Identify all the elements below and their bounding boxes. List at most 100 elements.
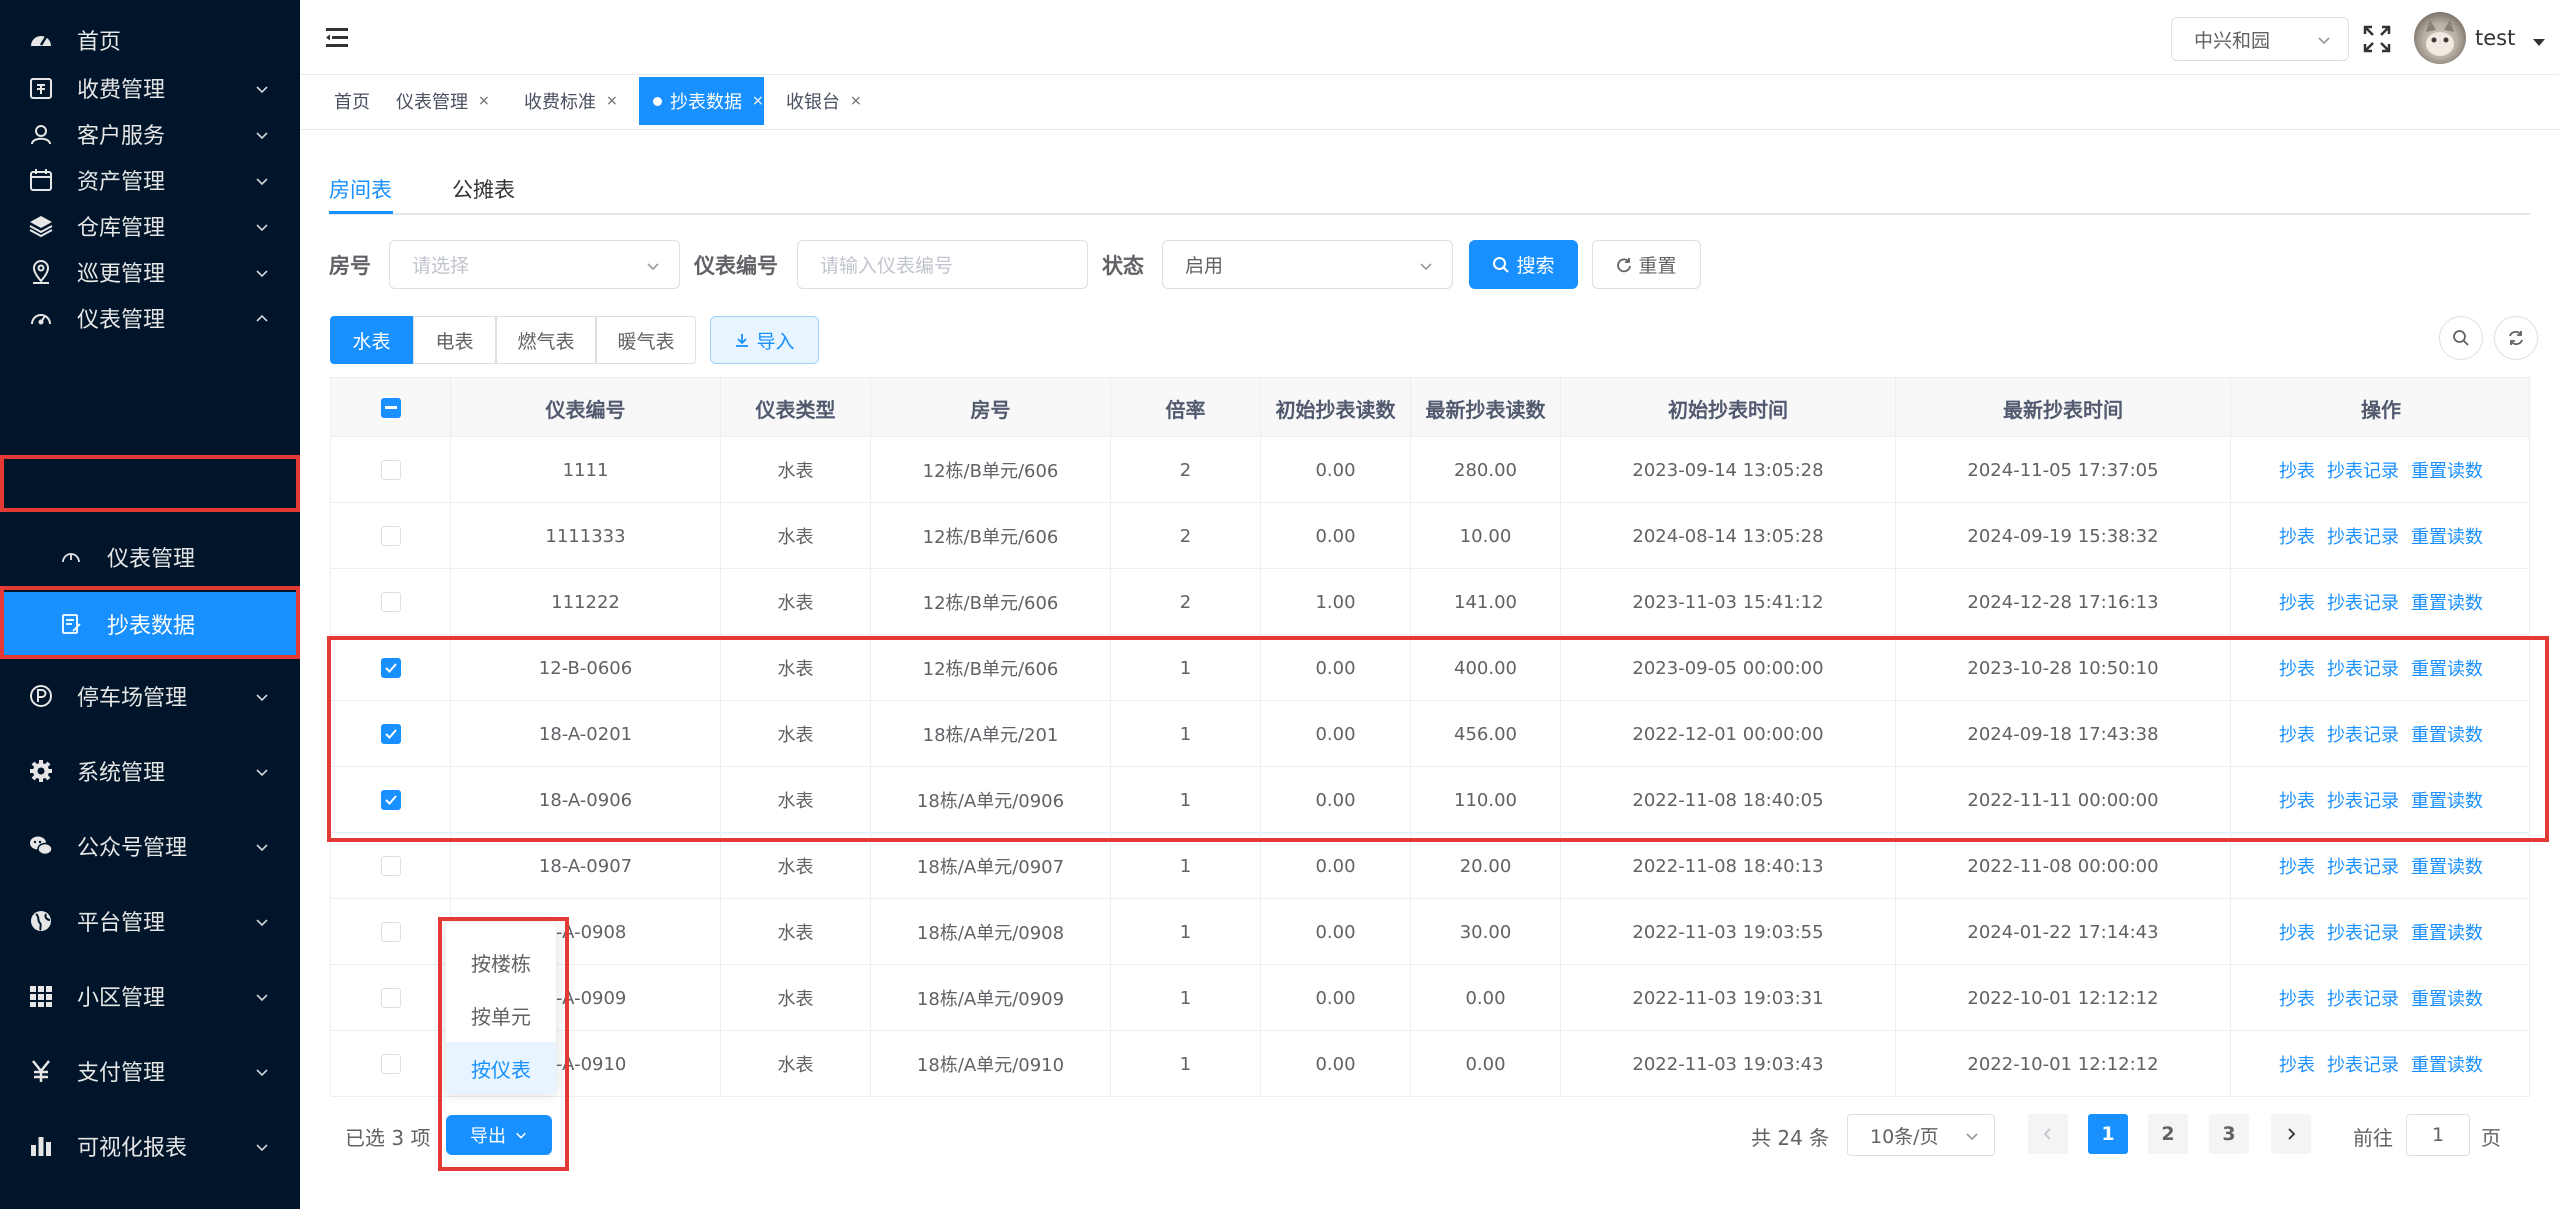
cell-value: 1 xyxy=(1179,1053,1192,1075)
read-meter-link[interactable]: 抄表 xyxy=(2279,985,2315,1011)
sidebar-item-after-1[interactable]: 系统管理 xyxy=(0,735,300,807)
goto-page-input[interactable]: 1 xyxy=(2406,1114,2470,1156)
tag-label: 首页 xyxy=(334,92,370,113)
prev-page-button[interactable] xyxy=(2028,1114,2068,1154)
sidebar-item-after-5[interactable]: 支付管理 xyxy=(0,1035,300,1107)
read-meter-link[interactable]: 抄表 xyxy=(2279,1051,2315,1077)
meter-type-tab-2[interactable]: 燃气表 xyxy=(496,316,596,364)
sidebar-item-after-6[interactable]: 可视化报表 xyxy=(0,1110,300,1182)
checkbox-cell xyxy=(331,965,451,1031)
tag-3[interactable]: 抄表数据 × xyxy=(639,77,764,125)
page-size-value: 10条/页 xyxy=(1870,1125,1939,1148)
total-count: 共 24 条 xyxy=(1751,1126,1830,1150)
sidebar-item-after-2[interactable]: 公众号管理 xyxy=(0,810,300,882)
cell-value: 水表 xyxy=(777,857,814,878)
search-button[interactable]: 搜索 xyxy=(1469,240,1578,289)
tag-2[interactable]: 收费标准 × xyxy=(524,77,624,125)
row-checkbox[interactable] xyxy=(380,460,401,480)
avatar[interactable] xyxy=(2414,12,2466,64)
hamburger-menu-icon[interactable] xyxy=(326,27,350,49)
reset-reading-link[interactable]: 重置读数 xyxy=(2411,919,2483,945)
row-checkbox[interactable] xyxy=(380,1054,401,1074)
tag-label: 仪表管理 xyxy=(396,92,468,113)
close-icon[interactable]: × xyxy=(752,93,764,109)
reset-reading-link[interactable]: 重置读数 xyxy=(2411,985,2483,1011)
read-meter-link[interactable]: 抄表 xyxy=(2279,853,2315,879)
wechat-icon xyxy=(26,831,56,861)
cell-value: 0.00 xyxy=(1315,1053,1356,1075)
table-cell: 0.00 xyxy=(1261,899,1411,965)
reset-reading-link[interactable]: 重置读数 xyxy=(2411,853,2483,879)
refresh-table-button[interactable] xyxy=(2494,316,2538,360)
room-select[interactable]: 请选择 xyxy=(389,240,680,289)
status-select[interactable]: 启用 xyxy=(1162,240,1453,289)
gear-icon xyxy=(26,756,56,786)
highlight-selected-rows xyxy=(327,636,2549,842)
read-meter-link[interactable]: 抄表 xyxy=(2279,457,2315,483)
tag-0[interactable]: 首页 xyxy=(334,77,382,125)
import-button[interactable]: 导入 xyxy=(710,316,819,364)
reading-history-link[interactable]: 抄表记录 xyxy=(2327,919,2399,945)
tag-4[interactable]: 收银台 × xyxy=(786,77,866,125)
reading-history-link[interactable]: 抄表记录 xyxy=(2327,1051,2399,1077)
table-cell: 水表 xyxy=(721,1031,871,1097)
select-all-checkbox[interactable] xyxy=(380,398,401,418)
reading-history-link[interactable]: 抄表记录 xyxy=(2327,523,2399,549)
toggle-search-button[interactable] xyxy=(2439,316,2483,360)
row-checkbox[interactable] xyxy=(380,592,401,612)
meter-type-tab-3[interactable]: 暖气表 xyxy=(596,316,696,364)
reset-reading-link[interactable]: 重置读数 xyxy=(2411,1051,2483,1077)
page-button-2[interactable]: 2 xyxy=(2148,1114,2188,1154)
close-icon[interactable]: × xyxy=(606,93,618,109)
cell-value: 1 xyxy=(1179,921,1192,943)
reading-history-link[interactable]: 抄表记录 xyxy=(2327,589,2399,615)
close-icon[interactable]: × xyxy=(478,93,490,109)
row-checkbox[interactable] xyxy=(380,988,401,1008)
reset-reading-link[interactable]: 重置读数 xyxy=(2411,589,2483,615)
chevron-down-icon xyxy=(253,125,271,143)
table-row: 3-A-0908 水表 18栋/A单元/0908 1 0.00 30.00 2022-11-… xyxy=(330,899,2530,965)
row-checkbox[interactable] xyxy=(380,526,401,546)
meter-type-label: 燃气表 xyxy=(517,330,575,353)
reading-history-link[interactable]: 抄表记录 xyxy=(2327,853,2399,879)
fullscreen-icon[interactable] xyxy=(2363,25,2391,53)
page-button-3[interactable]: 3 xyxy=(2209,1114,2249,1154)
reset-reading-link[interactable]: 重置读数 xyxy=(2411,457,2483,483)
reset-button[interactable]: 重置 xyxy=(1592,240,1701,289)
read-meter-link[interactable]: 抄表 xyxy=(2279,919,2315,945)
sidebar-item-6[interactable]: 仪表管理 xyxy=(0,282,300,354)
next-page-button[interactable] xyxy=(2271,1114,2311,1154)
meter-type-tab-0[interactable]: 水表 xyxy=(330,316,413,364)
subtab-room-meter[interactable]: 房间表 xyxy=(329,164,392,214)
reset-reading-link[interactable]: 重置读数 xyxy=(2411,523,2483,549)
cell-value: 2023-09-14 13:05:28 xyxy=(1632,459,1824,481)
chevron-down-icon xyxy=(253,837,271,855)
sidebar-item-after-4[interactable]: 小区管理 xyxy=(0,960,300,1032)
community-select[interactable]: 中兴和园 xyxy=(2171,17,2349,61)
table-cell: 12栋/B单元/606 xyxy=(871,503,1111,569)
caret-down-icon[interactable] xyxy=(2533,33,2545,52)
reading-history-link[interactable]: 抄表记录 xyxy=(2327,457,2399,483)
row-checkbox[interactable] xyxy=(380,856,401,876)
meter-type-tab-1[interactable]: 电表 xyxy=(413,316,496,364)
page-size-select[interactable]: 10条/页 xyxy=(1847,1114,1995,1156)
subtab-shared-meter[interactable]: 公摊表 xyxy=(452,164,515,214)
cell-value: 2024-12-28 17:16:13 xyxy=(1967,591,2159,613)
sidebar-item-after-0[interactable]: 停车场管理 xyxy=(0,660,300,732)
read-meter-link[interactable]: 抄表 xyxy=(2279,523,2315,549)
sidebar-subitem-0[interactable]: 仪表管理 xyxy=(0,522,300,592)
username[interactable]: test xyxy=(2475,26,2515,50)
read-meter-link[interactable]: 抄表 xyxy=(2279,589,2315,615)
page-button-1[interactable]: 1 xyxy=(2088,1114,2128,1154)
meter-no-input[interactable]: 请输入仪表编号 xyxy=(797,240,1088,289)
row-checkbox[interactable] xyxy=(380,922,401,942)
table-cell: 0.00 xyxy=(1261,437,1411,503)
reading-history-link[interactable]: 抄表记录 xyxy=(2327,985,2399,1011)
close-icon[interactable]: × xyxy=(850,93,862,109)
tag-1[interactable]: 仪表管理 × xyxy=(396,77,496,125)
sidebar-item-after-3[interactable]: 平台管理 xyxy=(0,885,300,957)
table-cell: 1111 xyxy=(451,437,721,503)
table-cell: 2024-09-19 15:38:32 xyxy=(1896,503,2231,569)
actions-cell: 抄表 抄表记录 重置读数 xyxy=(2231,965,2531,1031)
reset-button-label: 重置 xyxy=(1638,255,1677,277)
